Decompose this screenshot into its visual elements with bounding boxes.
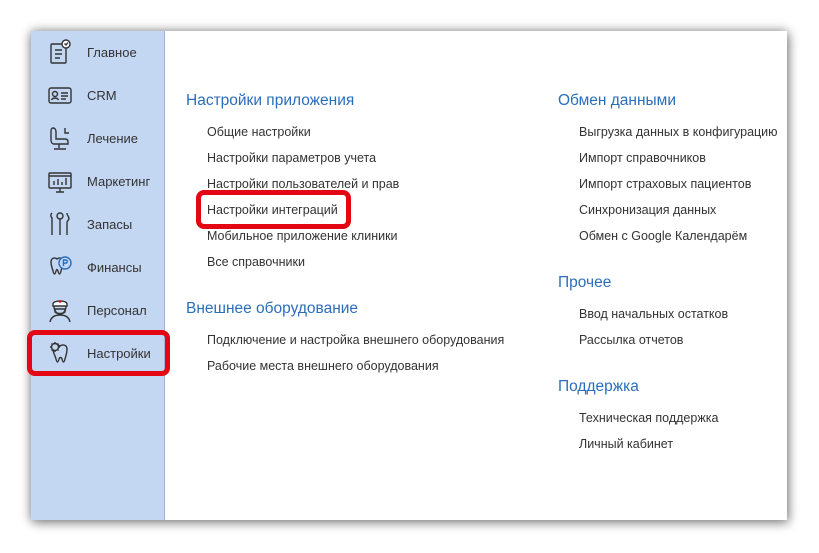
doctor-icon — [47, 296, 73, 324]
home-icon — [47, 38, 73, 66]
link-export-to-configuration[interactable]: Выгрузка данных в конфигурацию — [579, 125, 778, 139]
link-technical-support[interactable]: Техническая поддержка — [579, 411, 718, 425]
link-import-catalogs[interactable]: Импорт справочников — [579, 151, 706, 165]
link-import-insured-patients[interactable]: Импорт страховых пациентов — [579, 177, 751, 191]
sidebar-item-label: Лечение — [87, 131, 139, 146]
sidebar-item-finance[interactable]: Финансы — [31, 246, 164, 289]
sidebar-item-main[interactable]: Главное — [31, 31, 164, 74]
link-equipment-connection[interactable]: Подключение и настройка внешнего оборудо… — [207, 333, 504, 347]
link-all-catalogs[interactable]: Все справочники — [207, 255, 305, 269]
sidebar-item-stock[interactable]: Запасы — [31, 203, 164, 246]
section-title-data-exchange: Обмен данными — [558, 92, 676, 109]
contact-card-icon — [47, 81, 73, 109]
sidebar-item-label: Главное — [87, 45, 137, 60]
link-accounting-parameters[interactable]: Настройки параметров учета — [207, 151, 376, 165]
sidebar-item-label: CRM — [87, 88, 117, 103]
link-opening-balances[interactable]: Ввод начальных остатков — [579, 307, 728, 321]
sidebar-item-label: Запасы — [87, 217, 133, 232]
section-title-app-settings: Настройки приложения — [186, 92, 355, 109]
sidebar-item-staff[interactable]: Персонал — [31, 289, 164, 332]
link-general-settings[interactable]: Общие настройки — [207, 125, 311, 139]
section-title-external-equipment: Внешнее оборудование — [186, 300, 359, 317]
section-title-other: Прочее — [558, 274, 612, 291]
tooth-gear-icon — [47, 339, 73, 367]
sidebar-item-crm[interactable]: CRM — [31, 74, 164, 117]
main-content: Настройки приложения Общие настройки Нас… — [165, 31, 787, 520]
presentation-board-icon — [47, 167, 73, 195]
link-integration-settings[interactable]: Настройки интеграций — [207, 203, 338, 217]
section-title-support: Поддержка — [558, 378, 639, 395]
sidebar-item-treatment[interactable]: Лечение — [31, 117, 164, 160]
sidebar-item-label: Персонал — [87, 303, 147, 318]
sidebar-item-marketing[interactable]: Маркетинг — [31, 160, 164, 203]
settings-window: Главное CRM Лечение Маркетинг Запасы Фин… — [31, 31, 787, 520]
sidebar-item-label: Финансы — [87, 260, 142, 275]
link-personal-account[interactable]: Личный кабинет — [579, 437, 673, 451]
sidebar-item-settings[interactable]: Настройки — [31, 332, 164, 375]
sidebar-item-label: Настройки — [87, 346, 151, 361]
link-data-sync[interactable]: Синхронизация данных — [579, 203, 716, 217]
sidebar-item-label: Маркетинг — [87, 174, 151, 189]
dental-chair-icon — [47, 124, 73, 152]
link-users-and-rights[interactable]: Настройки пользователей и прав — [207, 177, 399, 191]
sidebar: Главное CRM Лечение Маркетинг Запасы Фин… — [31, 31, 165, 520]
link-google-calendar-exchange[interactable]: Обмен с Google Календарём — [579, 229, 747, 243]
link-report-mailing[interactable]: Рассылка отчетов — [579, 333, 683, 347]
dental-tools-icon — [47, 210, 73, 238]
tooth-coin-icon — [47, 253, 73, 281]
link-equipment-workplaces[interactable]: Рабочие места внешнего оборудования — [207, 359, 439, 373]
link-mobile-app[interactable]: Мобильное приложение клиники — [207, 229, 398, 243]
